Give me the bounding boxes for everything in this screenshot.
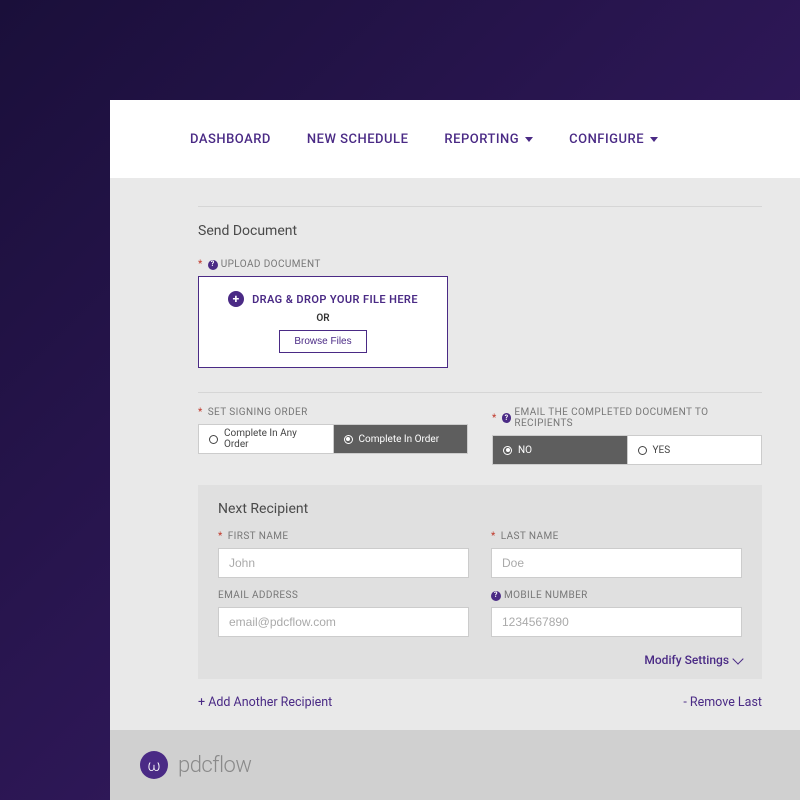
email-completed-no[interactable]: NO — [493, 436, 628, 464]
upload-dropzone[interactable]: + DRAG & DROP YOUR FILE HERE OR Browse F… — [198, 276, 448, 368]
chevron-down-icon — [732, 653, 743, 664]
info-icon: ? — [208, 260, 218, 270]
nav-reporting[interactable]: REPORTING — [444, 132, 533, 147]
recipient-card: Next Recipient * FIRST NAME * LAST NAME — [198, 485, 762, 679]
nav-new-schedule[interactable]: NEW SCHEDULE — [307, 132, 409, 147]
upload-or-text: OR — [316, 313, 329, 324]
logo-mark-icon: ω — [140, 751, 168, 779]
first-name-label: * FIRST NAME — [218, 531, 469, 542]
required-mark: * — [491, 531, 496, 542]
upload-label: * ? UPLOAD DOCUMENT — [198, 259, 762, 270]
signing-order-group: * SET SIGNING ORDER Complete In Any Orde… — [198, 407, 468, 465]
info-icon: ? — [491, 591, 501, 601]
required-mark: * — [218, 531, 223, 542]
radio-icon — [638, 446, 647, 455]
nav-label: NEW SCHEDULE — [307, 132, 409, 147]
top-nav: DASHBOARD NEW SCHEDULE REPORTING CONFIGU… — [110, 100, 800, 178]
email-completed-yes[interactable]: YES — [628, 436, 762, 464]
required-mark: * — [492, 413, 497, 424]
mobile-field[interactable] — [491, 607, 742, 637]
signing-order-in-order[interactable]: Complete In Order — [334, 425, 468, 453]
footer-bar: ω pdcflow — [110, 730, 800, 800]
mobile-label: ? MOBILE NUMBER — [491, 590, 742, 601]
signing-order-label: * SET SIGNING ORDER — [198, 407, 468, 418]
content-area: Send Document * ? UPLOAD DOCUMENT + DRAG… — [110, 178, 800, 762]
email-field[interactable] — [218, 607, 469, 637]
recipient-links-row: + Add Another Recipient - Remove Last — [198, 695, 762, 710]
email-completed-group: * ? EMAIL THE COMPLETED DOCUMENT TO RECI… — [492, 407, 762, 465]
recipient-card-title: Next Recipient — [218, 501, 742, 517]
first-name-field[interactable] — [218, 548, 469, 578]
divider — [198, 392, 762, 393]
required-mark: * — [198, 407, 203, 418]
last-name-label: * LAST NAME — [491, 531, 742, 542]
app-shell: DASHBOARD NEW SCHEDULE REPORTING CONFIGU… — [110, 100, 800, 730]
nav-configure[interactable]: CONFIGURE — [569, 132, 658, 147]
email-completed-segmented: NO YES — [492, 435, 762, 465]
remove-last-link[interactable]: - Remove Last — [683, 695, 762, 710]
nav-dashboard[interactable]: DASHBOARD — [190, 132, 271, 147]
modify-settings-toggle[interactable]: Modify Settings — [218, 649, 742, 667]
email-completed-label: * ? EMAIL THE COMPLETED DOCUMENT TO RECI… — [492, 407, 762, 429]
plus-circle-icon: + — [228, 291, 244, 307]
divider — [198, 206, 762, 207]
radio-icon — [209, 435, 218, 444]
brand-text: pdcflow — [178, 753, 251, 778]
signing-order-segmented: Complete In Any Order Complete In Order — [198, 424, 468, 454]
info-icon: ? — [502, 413, 512, 423]
last-name-field[interactable] — [491, 548, 742, 578]
upload-label-text: UPLOAD DOCUMENT — [221, 259, 321, 270]
radio-icon — [344, 435, 353, 444]
radio-icon — [503, 446, 512, 455]
email-label: EMAIL ADDRESS — [218, 590, 469, 601]
nav-label: CONFIGURE — [569, 132, 644, 147]
caret-down-icon — [650, 137, 658, 142]
brand-logo: ω pdcflow — [140, 751, 251, 779]
options-row: * SET SIGNING ORDER Complete In Any Orde… — [198, 407, 762, 465]
add-recipient-link[interactable]: + Add Another Recipient — [198, 695, 332, 710]
nav-label: DASHBOARD — [190, 132, 271, 147]
browse-files-button[interactable]: Browse Files — [279, 330, 366, 353]
caret-down-icon — [525, 137, 533, 142]
page-title: Send Document — [198, 223, 762, 239]
signing-order-any[interactable]: Complete In Any Order — [199, 425, 334, 453]
nav-label: REPORTING — [444, 132, 519, 147]
required-mark: * — [198, 259, 203, 270]
upload-drop-text: + DRAG & DROP YOUR FILE HERE — [228, 291, 418, 307]
